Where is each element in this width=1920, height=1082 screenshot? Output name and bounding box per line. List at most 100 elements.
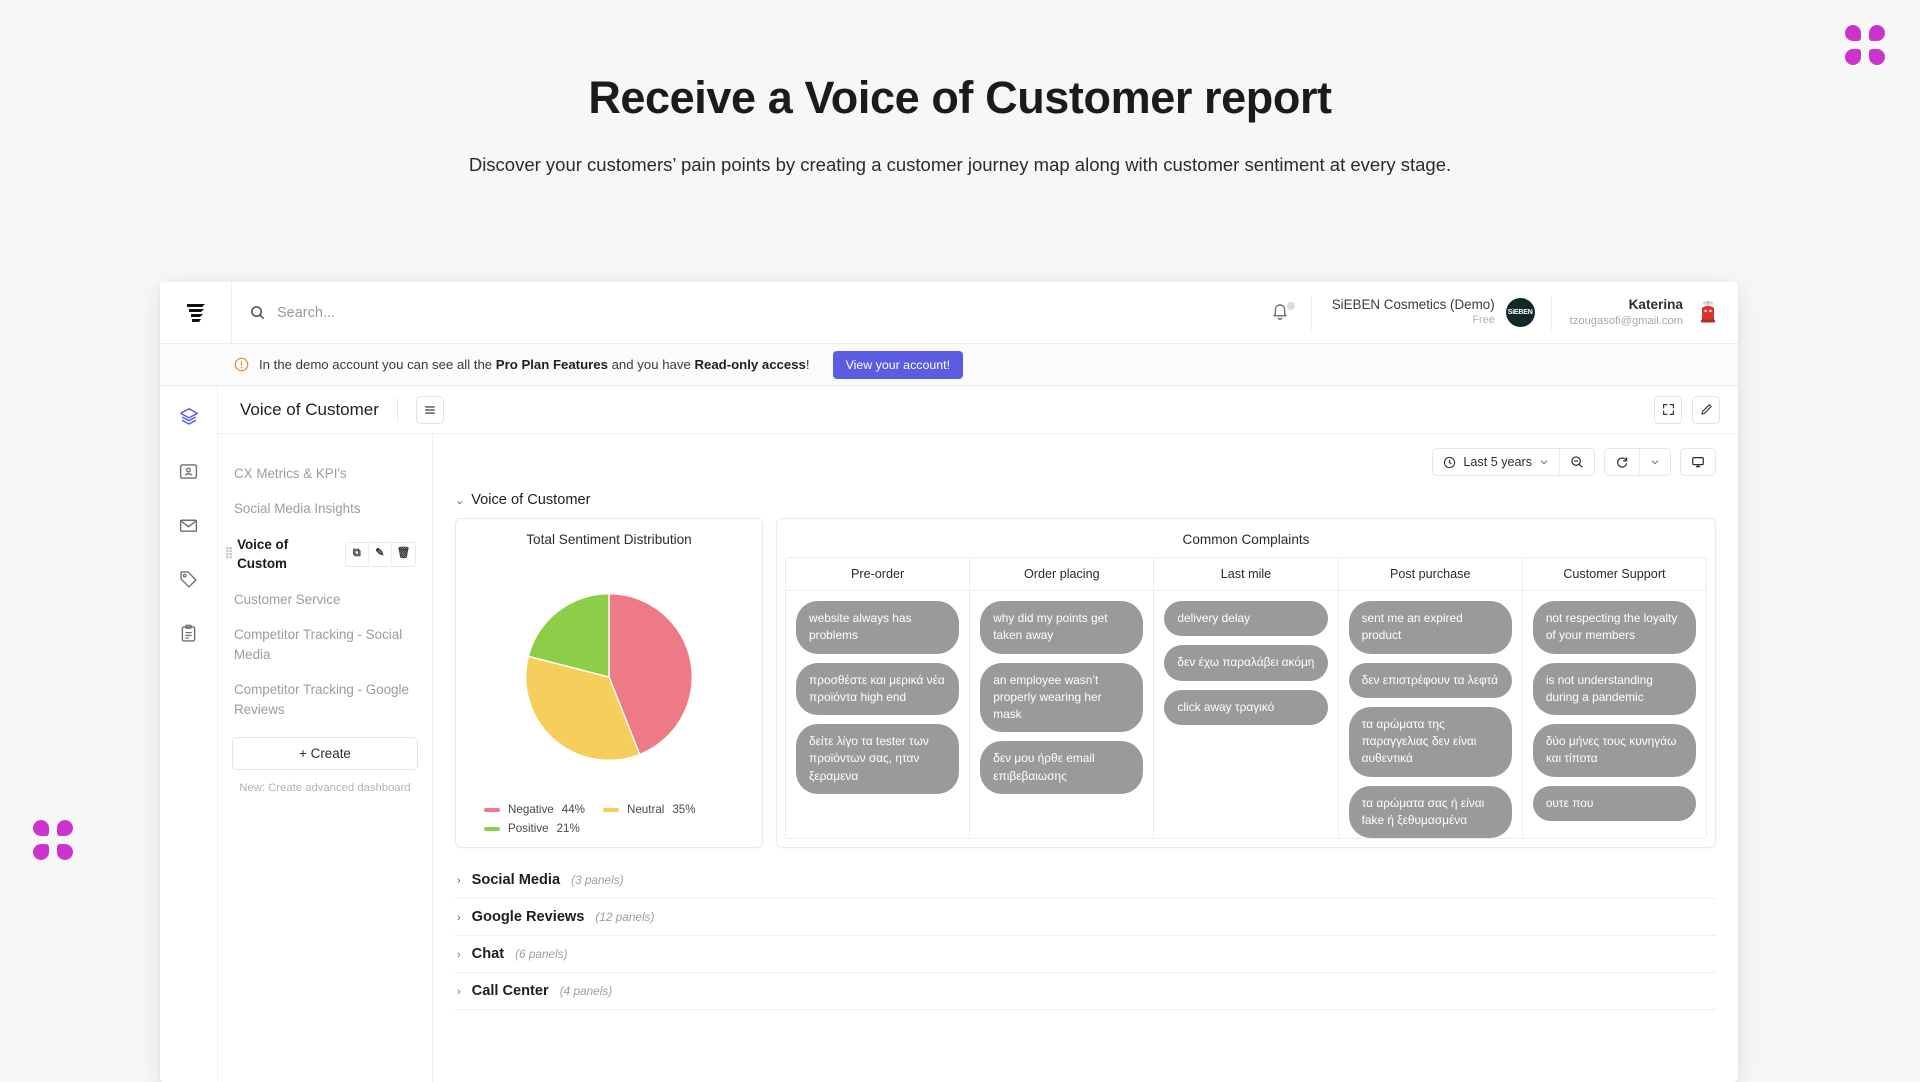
edit-dashboard-button[interactable] <box>1692 396 1720 424</box>
collapsed-section-google-reviews[interactable]: ›Google Reviews(12 panels) <box>455 899 1716 936</box>
legend-item-neutral[interactable]: Neutral35% <box>603 803 696 816</box>
sidebar-item-social-media-insights[interactable]: Social Media Insights <box>232 491 418 526</box>
complaint-bubble[interactable]: click away τραγικό <box>1164 690 1327 725</box>
rail-item-tags[interactable] <box>176 566 202 592</box>
section-panel-count: (3 panels) <box>571 873 623 887</box>
collapsed-section-chat[interactable]: › Chat (6 panels) <box>455 936 1716 973</box>
content-column: Voice of Customer <box>218 386 1738 1082</box>
dashboard-actions <box>1654 396 1720 424</box>
envelope-icon <box>178 515 199 536</box>
legend-item-positive[interactable]: Positive21% <box>484 822 580 835</box>
chevron-right-icon: › <box>457 986 461 998</box>
complaint-bubble[interactable]: προσθέστε και μερικά νέα προϊόντα high e… <box>796 663 959 716</box>
complaint-bubble[interactable]: sent me an expired product <box>1349 601 1512 654</box>
complaints-column-post-purchase: Post purchasesent me an expired productδ… <box>1339 558 1523 838</box>
organization-avatar: SiEBEN <box>1506 298 1535 327</box>
notifications-button[interactable] <box>1249 303 1311 322</box>
date-range-label: Last 5 years <box>1463 455 1532 469</box>
topbar-right-group: SiEBEN Cosmetics (Demo) Free SiEBEN Kate… <box>1249 282 1738 343</box>
complaint-bubble[interactable]: τα αρώματα της παραγγελιας δεν είναι αυθ… <box>1349 707 1512 777</box>
page-title: Receive a Voice of Customer report <box>0 72 1920 124</box>
complaint-bubble[interactable]: τα αρώματα σας ή είναι fake ή ξεθυμασμέν… <box>1349 786 1512 839</box>
complaint-bubble[interactable]: not respecting the loyalty of your membe… <box>1533 601 1696 654</box>
date-range-picker[interactable]: Last 5 years <box>1433 449 1560 475</box>
refresh-interval-dropdown[interactable] <box>1640 449 1670 475</box>
avatar <box>1693 298 1722 327</box>
dashboard-title: Voice of Customer <box>240 400 379 420</box>
pencil-icon[interactable]: ✎ <box>369 543 392 566</box>
section-panel-count: (4 panels) <box>560 984 612 998</box>
sidebar-item-cx-metrics[interactable]: CX Metrics & KPI's <box>232 456 418 491</box>
chevron-right-icon: › <box>457 949 461 961</box>
organization-selector[interactable]: SiEBEN Cosmetics (Demo) Free SiEBEN <box>1312 297 1551 327</box>
rail-item-layers[interactable] <box>176 404 202 430</box>
sidebar-item-competitor-tracking-social-media[interactable]: Competitor Tracking - Social Media <box>232 617 418 672</box>
zoom-out-button[interactable] <box>1560 449 1594 475</box>
notification-status-dot <box>1287 302 1295 310</box>
app-logo[interactable] <box>160 282 232 343</box>
complaint-bubble[interactable]: ουτε που <box>1533 786 1696 821</box>
rail-item-contacts[interactable] <box>176 458 202 484</box>
complaint-bubble[interactable]: δείτε λίγο τα tester των προϊόντων σας, … <box>796 724 959 794</box>
decorative-petal-cluster-top-right <box>1845 25 1885 65</box>
panel-total-sentiment-distribution: Total Sentiment Distribution Negative44%… <box>455 518 763 848</box>
collapsed-section-social-media[interactable]: ›Social Media(3 panels) <box>455 862 1716 899</box>
legend-item-negative[interactable]: Negative44% <box>484 803 585 816</box>
complaint-bubble[interactable]: δεν μου ήρθε email επιβεβαιωσης <box>980 741 1143 794</box>
monitor-icon <box>1691 455 1705 469</box>
duplicate-icon[interactable]: ⧉ <box>346 543 369 566</box>
refresh-button[interactable] <box>1605 449 1640 475</box>
search-bar[interactable]: Search... <box>232 282 1249 343</box>
fullscreen-button[interactable] <box>1654 396 1682 424</box>
rail-item-tasks[interactable] <box>176 620 202 646</box>
create-dashboard-button[interactable]: + Create <box>232 737 418 770</box>
warning-circle-icon <box>234 357 249 372</box>
complaint-bubble[interactable]: delivery delay <box>1164 601 1327 636</box>
complaint-bubble[interactable]: δύο μήνες τους κυνηγάω και τίποτα <box>1533 724 1696 777</box>
search-input[interactable]: Search... <box>277 305 335 321</box>
legend-value: 35% <box>672 803 695 816</box>
complaint-bubble[interactable]: an employee wasn’t properly wearing her … <box>980 663 1143 733</box>
complaints-column-last-mile: Last miledelivery delayδεν έχω παραλάβει… <box>1154 558 1338 838</box>
pencil-icon <box>1700 403 1713 416</box>
complaint-bubble[interactable]: is not understanding during a pandemic <box>1533 663 1696 716</box>
panel-common-complaints: Common Complaints Pre-orderwebsite alway… <box>776 518 1716 848</box>
rail-item-mail[interactable] <box>176 512 202 538</box>
complaint-bubble[interactable]: website always has problems <box>796 601 959 654</box>
decorative-petal-cluster-bottom-left <box>33 820 73 860</box>
sidebar-item-actions: ⧉ ✎ 🗑 <box>345 542 416 567</box>
section-header-voice-of-customer[interactable]: ⌄ Voice of Customer <box>455 492 1716 508</box>
complaint-bubble[interactable]: δεν επιστρέφουν τα λεφτά <box>1349 663 1512 698</box>
sidebar-item-voice-of-customer[interactable]: ⣿ Voice of Custom ⧉ ✎ 🗑 <box>232 527 418 582</box>
legend-label: Positive <box>508 822 549 835</box>
clipboard-icon <box>178 623 199 644</box>
complaints-column-header: Customer Support <box>1523 558 1706 591</box>
legend-swatch <box>603 808 619 812</box>
view-your-account-button[interactable]: View your account! <box>833 351 963 379</box>
sidebar-item-competitor-tracking-google-reviews[interactable]: Competitor Tracking - Google Reviews <box>232 672 418 727</box>
user-menu[interactable]: Katerina tzougasofi@gmail.com <box>1552 296 1722 328</box>
presentation-group <box>1680 448 1716 476</box>
demo-account-banner: In the demo account you can see all the … <box>160 344 1738 386</box>
drag-handle-icon[interactable]: ⣿ <box>225 546 232 562</box>
section-title: Chat <box>472 946 504 962</box>
zoom-out-icon <box>1570 455 1584 469</box>
app-logo-icon <box>185 301 207 325</box>
presentation-mode-button[interactable] <box>1681 449 1715 475</box>
complaint-bubble[interactable]: δεν έχω παραλάβει ακόμη <box>1164 645 1327 680</box>
dashboard-menu-button[interactable] <box>416 396 444 424</box>
complaint-bubble[interactable]: why did my points get taken away <box>980 601 1143 654</box>
trash-icon[interactable]: 🗑 <box>392 543 415 566</box>
panel-title: Total Sentiment Distribution <box>456 519 762 551</box>
organization-name: SiEBEN Cosmetics (Demo) <box>1332 297 1495 314</box>
complaints-bubble-list: website always has problems προσθέστε και… <box>786 591 969 794</box>
panel-toolbar: Last 5 years <box>455 448 1716 476</box>
complaints-bubble-list: why did my points get taken away an emplo… <box>970 591 1153 794</box>
chevron-down-icon: ⌄ <box>455 494 464 507</box>
complaints-column-header: Pre-order <box>786 558 969 591</box>
collapsed-section-call-center[interactable]: ›Call Center(4 panels) <box>455 973 1716 1010</box>
user-email: tzougasofi@gmail.com <box>1570 314 1683 329</box>
clock-icon <box>1443 456 1456 469</box>
sidebar-item-customer-service[interactable]: Customer Service <box>232 582 418 617</box>
section-panel-count: (6 panels) <box>515 947 567 961</box>
